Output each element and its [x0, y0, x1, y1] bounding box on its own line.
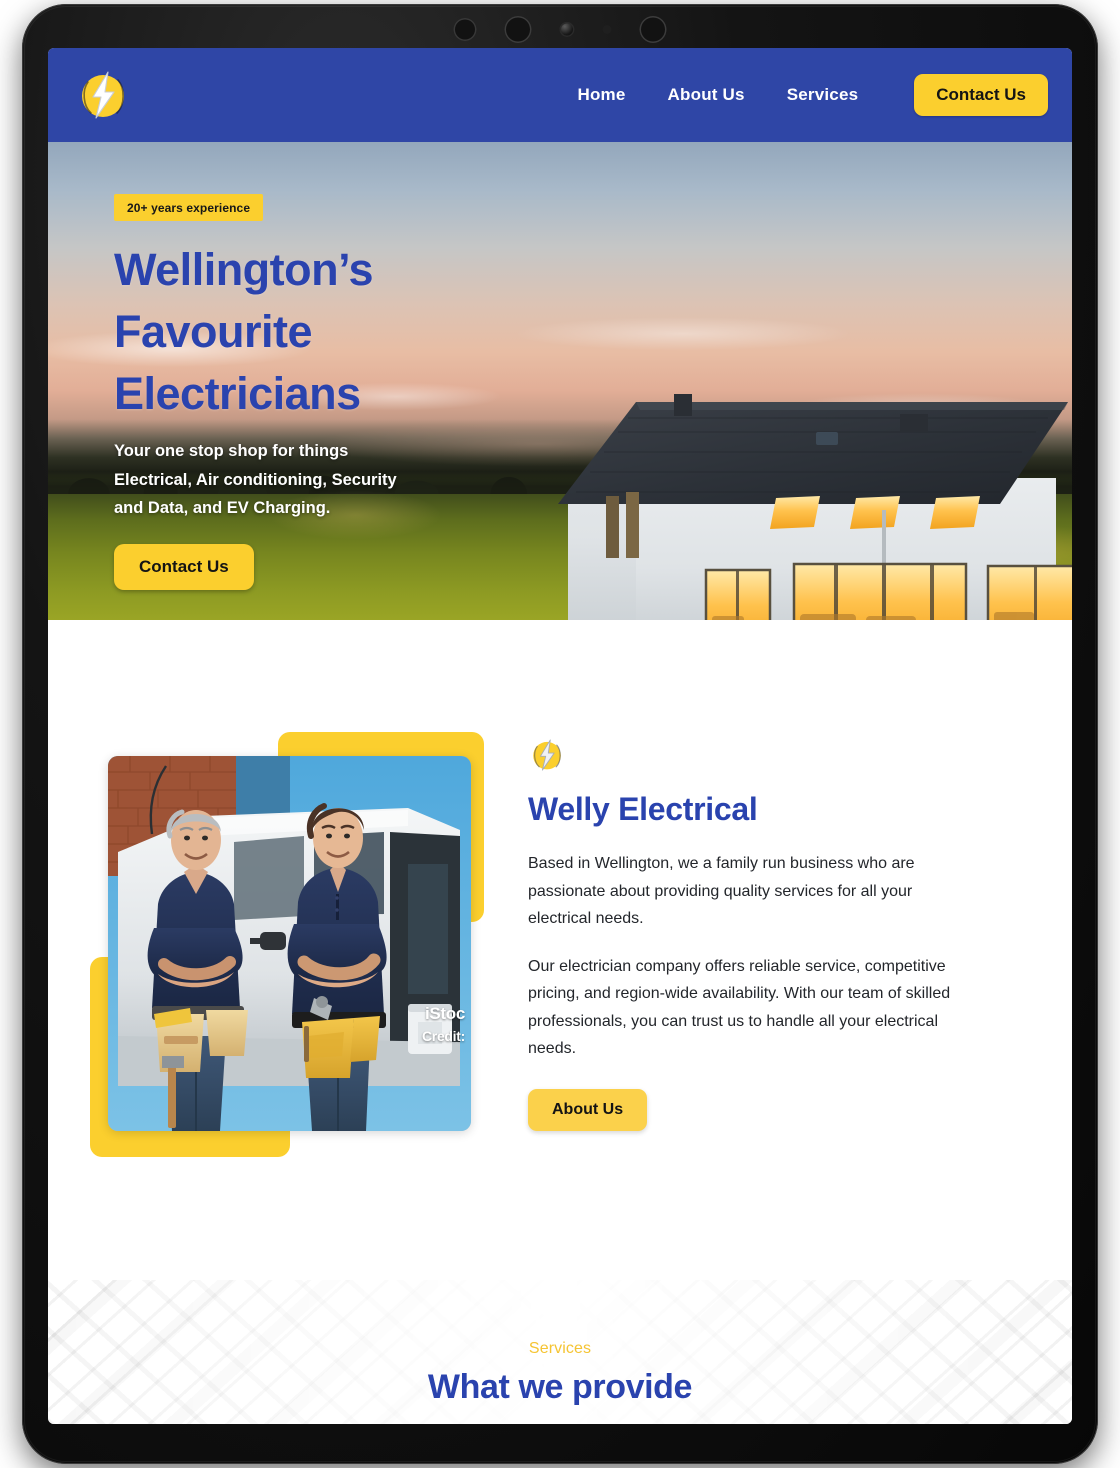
services-section: Services What we provide: [48, 1280, 1072, 1424]
navbar-links: Home About Us Services Contact Us: [578, 74, 1048, 116]
ambient-sensor-icon: [602, 25, 612, 34]
nav-link-home[interactable]: Home: [578, 85, 626, 105]
bezel-sensor-array: [453, 16, 667, 43]
camera-lens-icon: [559, 22, 575, 37]
photo-watermark-credit: Credit:: [421, 1028, 465, 1044]
tablet-device-frame: Home About Us Services Contact Us 20+ ye…: [22, 4, 1098, 1464]
hero-copy: 20+ years experience Wellington’s Favour…: [114, 194, 534, 591]
lightning-bolt-logo[interactable]: [74, 66, 132, 124]
services-heading: What we provide: [427, 1368, 693, 1406]
hero-subtitle: Your one stop shop for things Electrical…: [114, 442, 397, 518]
photo-watermark-istock: iStoc: [424, 1004, 465, 1023]
hero-title-line-1: Wellington’s: [114, 244, 374, 295]
hero-title-line-3: Electricians: [114, 368, 361, 420]
hero-title: Wellington’s Favourite Electricians: [114, 239, 534, 425]
services-eyebrow-label: Services: [528, 1340, 592, 1357]
nav-link-about-us[interactable]: About Us: [668, 85, 745, 105]
tablet-screen: Home About Us Services Contact Us 20+ ye…: [48, 48, 1072, 1424]
hero-contact-us-button[interactable]: Contact Us: [114, 544, 254, 591]
nav-link-services[interactable]: Services: [787, 85, 859, 105]
bezel-ring-icon: [453, 18, 477, 41]
lightning-bolt-icon: [528, 736, 1014, 779]
about-section: iStoc Credit: Welly Electrical Based in …: [48, 620, 1072, 1280]
about-photo-block: iStoc Credit:: [90, 732, 490, 1157]
hero-house-image: [548, 392, 1072, 620]
hero-experience-badge: 20+ years experience: [114, 194, 264, 221]
nav-contact-us-button[interactable]: Contact Us: [914, 74, 1048, 116]
bezel-ring-icon: [504, 16, 532, 43]
bezel-ring-icon: [639, 16, 667, 43]
hero-title-line-2: Favourite: [114, 306, 313, 358]
electricians-team-photo: iStoc Credit:: [108, 756, 471, 1131]
site-navbar: Home About Us Services Contact Us: [48, 48, 1072, 142]
about-us-button[interactable]: About Us: [528, 1088, 648, 1131]
about-paragraph-1: Based in Wellington, we a family run bus…: [528, 855, 915, 928]
about-paragraph-2: Our electrician company offers reliable …: [528, 957, 951, 1058]
about-heading: Welly Electrical: [528, 791, 758, 827]
hero-section: 20+ years experience Wellington’s Favour…: [48, 142, 1072, 620]
about-text-column: Welly Electrical Based in Wellington, we…: [528, 732, 1014, 1157]
